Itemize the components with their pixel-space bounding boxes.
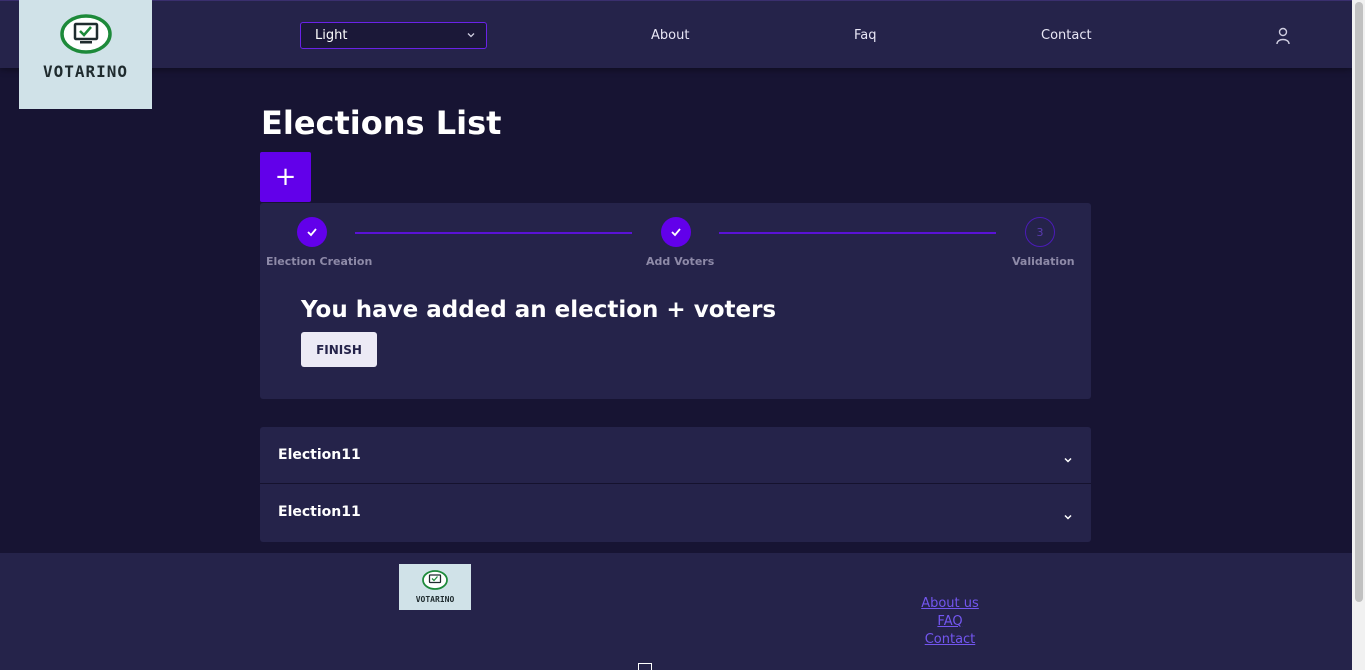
election-title: Election11 <box>278 447 361 463</box>
add-election-button[interactable]: + <box>260 152 311 202</box>
finish-button[interactable]: FINISH <box>301 332 377 367</box>
election-stepper: Election Creation Add Voters 3 Validatio… <box>260 203 1091 399</box>
vertical-scrollbar[interactable] <box>1352 0 1365 670</box>
monitor-check-icon <box>421 570 449 594</box>
nav-faq[interactable]: Faq <box>854 28 877 43</box>
footer-logo[interactable]: VOTARINO <box>399 564 471 610</box>
nav-contact[interactable]: Contact <box>1041 28 1092 43</box>
step-2-check-icon <box>661 217 691 247</box>
step-2-label: Add Voters <box>646 255 715 268</box>
election-item[interactable]: Election11 <box>260 427 1091 484</box>
footer-links: About us FAQ Contact <box>880 595 1020 649</box>
step-connector <box>355 232 632 234</box>
footer-link-faq[interactable]: FAQ <box>880 613 1020 631</box>
step-1-label: Election Creation <box>266 255 373 268</box>
step-3-label: Validation <box>1012 255 1075 268</box>
step-connector <box>719 232 996 234</box>
chevron-down-icon[interactable] <box>1063 507 1073 526</box>
elections-accordion: Election11 Election11 <box>260 427 1091 542</box>
chevron-down-icon[interactable] <box>1063 450 1073 469</box>
scrollbar-thumb[interactable] <box>1355 2 1363 602</box>
step-3-number: 3 <box>1025 217 1055 247</box>
footer-link-contact[interactable]: Contact <box>880 631 1020 649</box>
theme-select-value: Light <box>315 28 348 43</box>
step-1-check-icon <box>297 217 327 247</box>
monitor-check-icon <box>59 14 112 58</box>
theme-select[interactable]: Light <box>300 22 487 49</box>
top-app-bar: Light About Faq Contact <box>0 0 1352 68</box>
nav-about[interactable]: About <box>651 28 689 43</box>
footer-logo-text: VOTARINO <box>415 595 455 604</box>
page-footer: VOTARINO About us FAQ Contact <box>0 553 1352 670</box>
user-account-icon[interactable] <box>1275 27 1291 49</box>
election-title: Election11 <box>278 504 361 520</box>
page-title: Elections List <box>261 104 502 142</box>
chevron-down-icon <box>466 29 476 44</box>
footer-link-about[interactable]: About us <box>880 595 1020 613</box>
app-logo[interactable]: VOTARINO <box>19 0 152 109</box>
logo-text: VOTARINO <box>42 62 129 81</box>
checkbox[interactable] <box>638 663 652 670</box>
election-item[interactable]: Election11 <box>260 484 1091 542</box>
stepper-complete-message: You have added an election + voters <box>301 297 777 323</box>
